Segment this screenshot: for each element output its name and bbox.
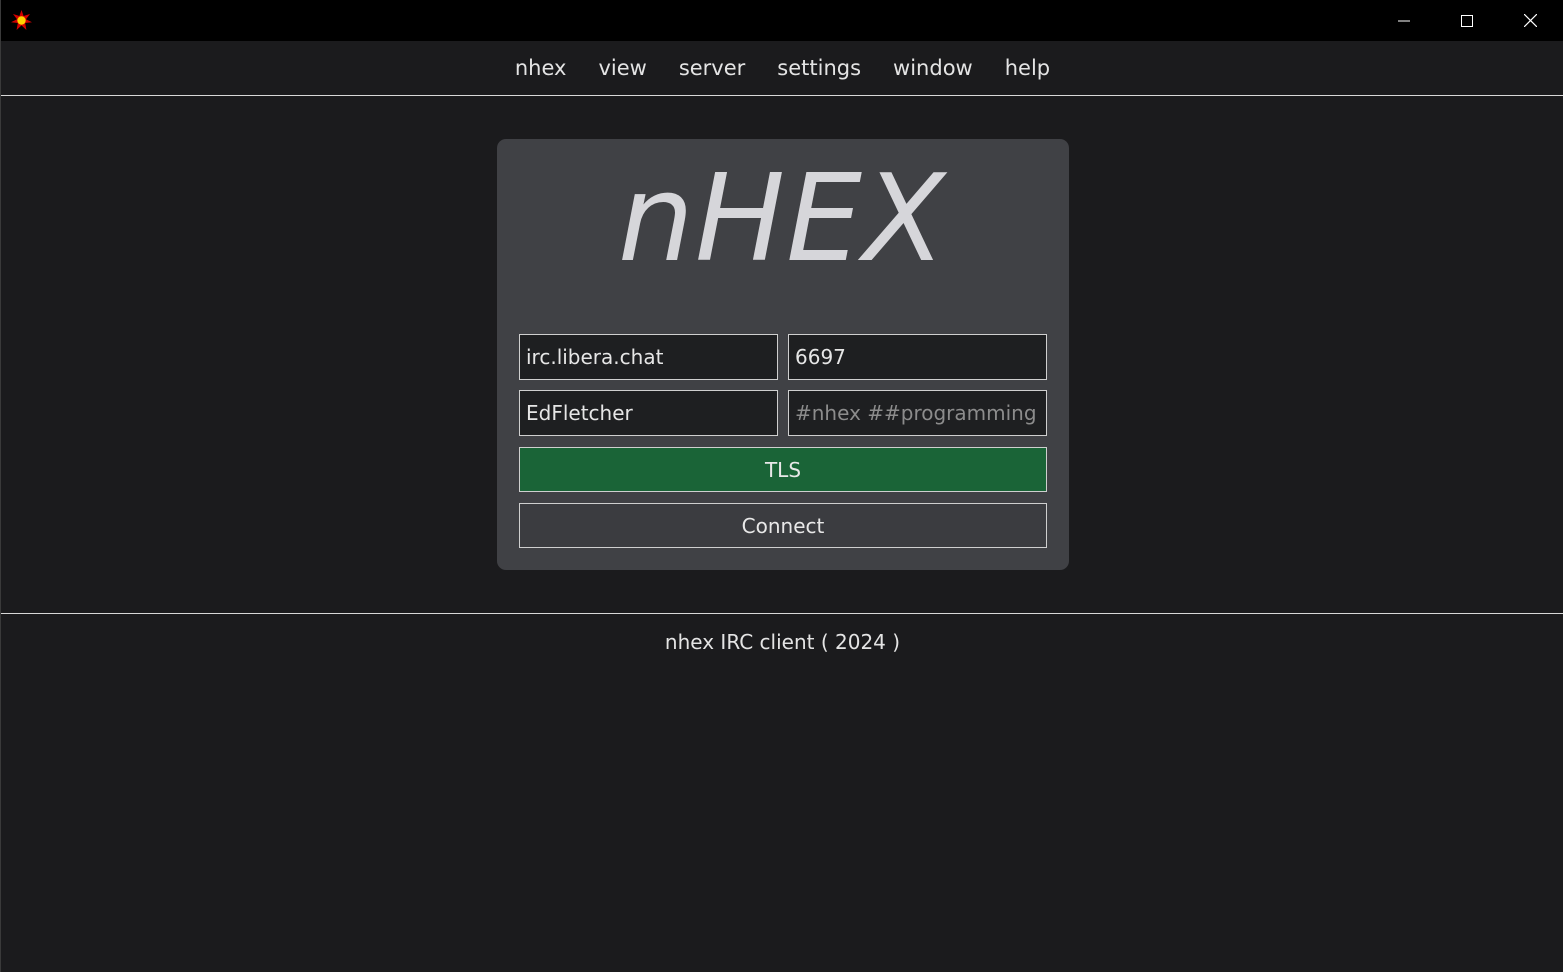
app-window: nhex view server settings window help nH…: [0, 0, 1563, 972]
minimize-button[interactable]: [1373, 0, 1435, 41]
close-icon: [1523, 14, 1537, 27]
menu-item-window[interactable]: window: [877, 41, 989, 95]
nickname-field[interactable]: [519, 390, 778, 436]
app-logo: nHEX: [617, 150, 947, 289]
maximize-icon: [1461, 14, 1473, 27]
menu-item-help[interactable]: help: [989, 41, 1066, 95]
menu-item-settings[interactable]: settings: [761, 41, 877, 95]
menu-bar: nhex view server settings window help: [1, 41, 1563, 95]
close-button[interactable]: [1499, 0, 1561, 41]
server-field[interactable]: [519, 334, 778, 380]
footer-divider: [1, 613, 1563, 614]
menu-item-view[interactable]: view: [582, 41, 662, 95]
tls-toggle-button[interactable]: TLS: [519, 447, 1047, 492]
nhex-star-icon: [11, 10, 32, 31]
menu-divider: [1, 95, 1563, 96]
port-field[interactable]: [788, 334, 1047, 380]
maximize-button[interactable]: [1436, 0, 1498, 41]
channels-field[interactable]: [788, 390, 1047, 436]
menu-item-nhex[interactable]: nhex: [499, 41, 583, 95]
connect-button[interactable]: Connect: [519, 503, 1047, 548]
menu-item-server[interactable]: server: [663, 41, 761, 95]
footer-text: nhex IRC client ( 2024 ): [664, 630, 901, 654]
minimize-icon: [1398, 15, 1410, 27]
title-bar: [1, 0, 1563, 41]
